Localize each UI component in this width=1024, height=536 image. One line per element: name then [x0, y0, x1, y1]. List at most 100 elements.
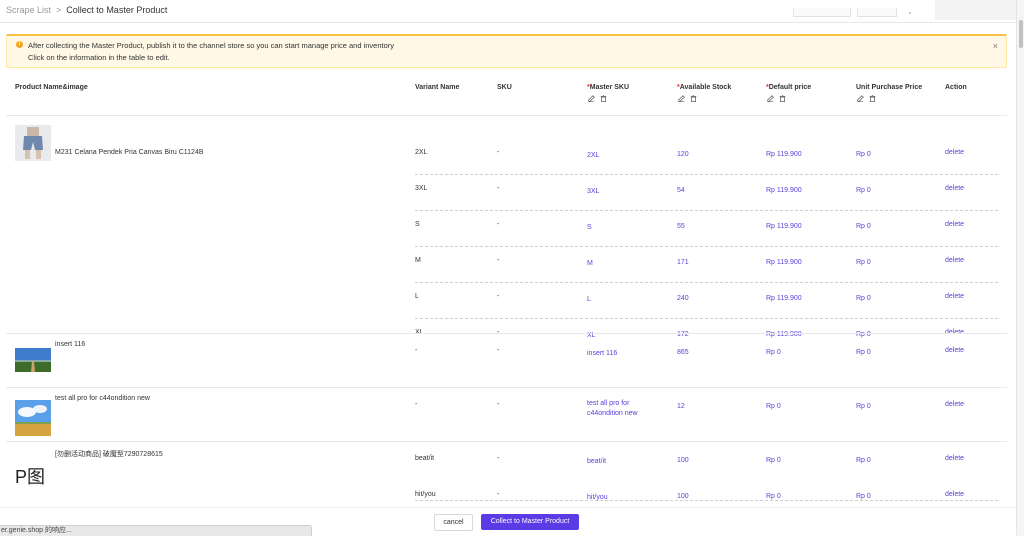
trash-icon[interactable] — [869, 95, 876, 102]
delete-link[interactable]: delete — [945, 401, 964, 408]
variant-divider — [415, 282, 998, 283]
delete-link[interactable]: delete — [945, 491, 964, 498]
master-sku-cell[interactable]: M — [587, 259, 657, 269]
sku-value: - — [497, 491, 500, 498]
master-sku-cell[interactable]: 2XL — [587, 151, 657, 161]
purchase-price-cell[interactable]: Rp 0 — [856, 223, 871, 230]
edit-icon[interactable] — [588, 95, 595, 102]
delete-link[interactable]: delete — [945, 185, 964, 192]
column-header-label: Action — [945, 84, 967, 91]
variant-name: L — [415, 293, 419, 300]
purchase-price-cell[interactable]: Rp 0 — [856, 295, 871, 302]
bulk-edit-tools — [767, 95, 786, 102]
stock-cell[interactable]: 240 — [677, 295, 689, 302]
purchase-price-cell[interactable]: Rp 0 — [856, 187, 871, 194]
product-name[interactable]: test all pro for c44ondition new — [55, 395, 255, 402]
trash-icon[interactable] — [779, 95, 786, 102]
price-cell[interactable]: Rp 0 — [766, 349, 781, 356]
header-dot — [909, 12, 911, 14]
column-header-label: Product Name&image — [15, 84, 88, 91]
stock-cell[interactable]: 55 — [677, 223, 685, 230]
price-cell[interactable]: Rp 119.900 — [766, 223, 802, 230]
breadcrumb-scrape-list[interactable]: Scrape List — [6, 5, 51, 15]
purchase-price-cell[interactable]: Rp 0 — [856, 493, 871, 500]
sku-value: - — [497, 257, 500, 264]
close-icon[interactable]: × — [993, 41, 998, 51]
product-divider — [6, 387, 1007, 388]
main-content: ! After collecting the Master Product, p… — [0, 23, 1016, 535]
product-image — [15, 348, 51, 384]
edit-icon[interactable] — [857, 95, 864, 102]
breadcrumb-separator: > — [56, 5, 62, 15]
master-sku-cell[interactable]: hit/you — [587, 493, 657, 503]
product-image: P图 — [15, 467, 46, 487]
column-header-master-sku: *Master SKU — [587, 84, 629, 91]
collect-button[interactable]: Collect to Master Product — [481, 514, 579, 530]
stock-cell[interactable]: 865 — [677, 349, 689, 356]
stock-cell[interactable]: 120 — [677, 151, 689, 158]
scrollbar[interactable] — [1016, 0, 1024, 535]
delete-link[interactable]: delete — [945, 257, 964, 264]
edit-icon[interactable] — [767, 95, 774, 102]
sku-value: - — [497, 293, 500, 300]
variant-name: - — [415, 401, 418, 408]
master-sku-cell[interactable]: S — [587, 223, 657, 233]
column-header-label: SKU — [497, 84, 512, 91]
price-cell[interactable]: Rp 0 — [766, 493, 781, 500]
header-divider — [6, 115, 1007, 116]
column-header-price: *Default price — [766, 84, 811, 91]
price-cell[interactable]: Rp 119.900 — [766, 151, 802, 158]
sku-value: - — [497, 347, 500, 354]
stock-cell[interactable]: 100 — [677, 493, 689, 500]
trash-icon[interactable] — [600, 95, 607, 102]
status-bar: er.genie.shop 的响应... — [0, 525, 312, 536]
column-header-product: Product Name&image — [15, 84, 88, 91]
column-header-label: Available Stock — [679, 84, 732, 91]
delete-link[interactable]: delete — [945, 455, 964, 462]
master-sku-cell[interactable]: insert 116 — [587, 349, 657, 359]
price-cell[interactable]: Rp 119.900 — [766, 187, 802, 194]
trash-icon[interactable] — [690, 95, 697, 102]
product-name[interactable]: insert 116 — [55, 341, 255, 348]
master-sku-cell[interactable]: beat/it — [587, 457, 657, 467]
stock-cell[interactable]: 12 — [677, 403, 685, 410]
sku-value: - — [497, 221, 500, 228]
delete-link[interactable]: delete — [945, 149, 964, 156]
delete-link[interactable]: delete — [945, 293, 964, 300]
header-placeholder — [857, 8, 897, 17]
sku-value: - — [497, 185, 500, 192]
stock-cell[interactable]: 54 — [677, 187, 685, 194]
delete-link[interactable]: delete — [945, 221, 964, 228]
scrollbar-thumb[interactable] — [1019, 20, 1023, 48]
page-title: Collect to Master Product — [66, 5, 168, 15]
column-header-label: Default price — [768, 84, 812, 91]
master-sku-cell[interactable]: test all pro for c44ondition new — [587, 399, 657, 419]
product-name[interactable]: [勿删活动商品] 破魔型7290728615 — [55, 449, 255, 459]
stock-cell[interactable]: 171 — [677, 259, 689, 266]
price-cell[interactable]: Rp 119.900 — [766, 295, 802, 302]
purchase-price-cell[interactable]: Rp 0 — [856, 349, 871, 356]
info-alert: ! After collecting the Master Product, p… — [6, 34, 1007, 68]
purchase-price-cell[interactable]: Rp 0 — [856, 403, 871, 410]
delete-link[interactable]: delete — [945, 347, 964, 354]
breadcrumb: Scrape List > Collect to Master Product — [6, 5, 167, 15]
price-cell[interactable]: Rp 0 — [766, 457, 781, 464]
price-cell[interactable]: Rp 119.900 — [766, 259, 802, 266]
product-image — [15, 400, 51, 436]
variant-name: 2XL — [415, 149, 428, 156]
bulk-edit-tools — [678, 95, 697, 102]
variant-divider — [415, 318, 998, 319]
price-cell[interactable]: Rp 0 — [766, 403, 781, 410]
purchase-price-cell[interactable]: Rp 0 — [856, 457, 871, 464]
purchase-price-cell[interactable]: Rp 0 — [856, 151, 871, 158]
column-header-label: Variant Name — [415, 84, 460, 91]
product-name[interactable]: M231 Celana Pendek Pria Canvas Biru C112… — [55, 149, 255, 156]
variant-divider — [415, 210, 998, 211]
cancel-button[interactable]: cancel — [434, 514, 473, 531]
stock-cell[interactable]: 100 — [677, 457, 689, 464]
master-sku-cell[interactable]: L — [587, 295, 657, 305]
master-sku-cell[interactable]: 3XL — [587, 187, 657, 197]
edit-icon[interactable] — [678, 95, 685, 102]
column-header-stock: *Available Stock — [677, 84, 731, 91]
purchase-price-cell[interactable]: Rp 0 — [856, 259, 871, 266]
